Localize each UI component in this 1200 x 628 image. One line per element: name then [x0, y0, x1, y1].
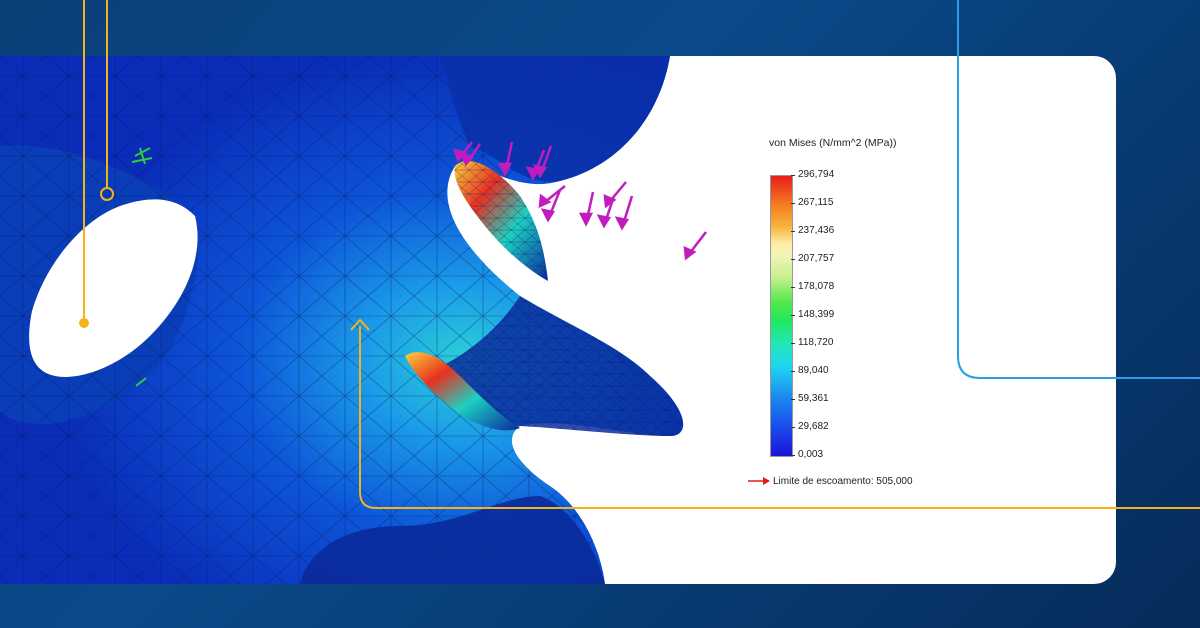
legend-tick-mark — [791, 231, 795, 232]
legend-tick-label: 237,436 — [798, 225, 835, 236]
legend-tick-label: 29,682 — [798, 421, 829, 432]
legend-tick-label: 178,078 — [798, 281, 835, 292]
legend-tick-mark — [791, 287, 795, 288]
legend-tick-label: 0,003 — [798, 449, 824, 460]
simulation-card: von Mises (N/mm^2 (MPa)) 296,794 267,115 2… — [0, 56, 1116, 584]
legend-tick-label: 59,361 — [798, 393, 829, 404]
yield-strength-label: Limite de escoamento: 505,000 — [748, 476, 913, 487]
legend-tick-mark — [791, 175, 795, 176]
yield-text: Limite de escoamento: 505,000 — [773, 476, 913, 487]
legend-colorbar — [770, 175, 793, 457]
legend-tick-mark — [791, 399, 795, 400]
legend-tick-label: 118,720 — [798, 337, 834, 348]
yield-arrow-icon — [748, 477, 770, 486]
legend-tick-mark — [791, 259, 795, 260]
legend-tick-mark — [791, 343, 795, 344]
legend-tick-mark — [791, 455, 795, 456]
legend-tick-mark — [791, 315, 795, 316]
legend-title: von Mises (N/mm^2 (MPa)) — [769, 137, 897, 149]
legend-tick-mark — [791, 427, 795, 428]
stress-plot-render — [0, 56, 707, 584]
legend-tick-label: 296,794 — [798, 169, 835, 180]
legend-tick-mark — [791, 203, 795, 204]
legend-tick-label: 89,040 — [798, 365, 829, 376]
legend-tick-label: 148,399 — [798, 309, 835, 320]
legend-tick-label: 267,115 — [798, 197, 834, 208]
legend-tick-mark — [791, 371, 795, 372]
legend-tick-label: 207,757 — [798, 253, 835, 264]
